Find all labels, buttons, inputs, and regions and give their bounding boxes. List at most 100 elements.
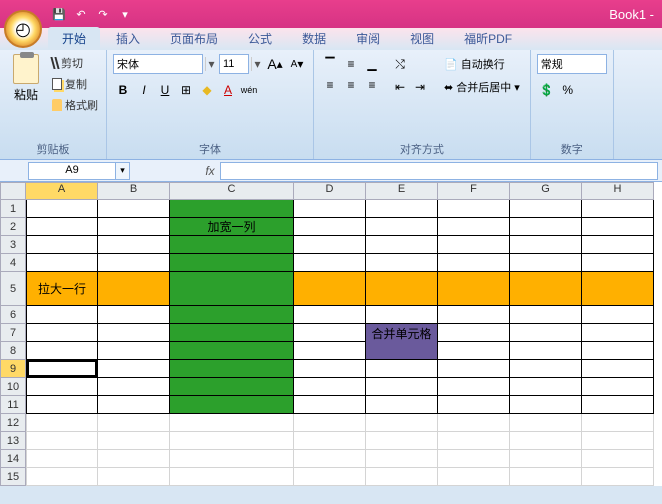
cell-G11[interactable] (510, 396, 582, 414)
cell-C3[interactable] (170, 236, 294, 254)
col-header-G[interactable]: G (510, 182, 582, 200)
cell-C4[interactable] (170, 254, 294, 272)
fill-color-button[interactable]: ◆ (197, 80, 217, 100)
cell-A11[interactable] (26, 396, 98, 414)
formula-input[interactable] (220, 162, 658, 180)
cell-E7[interactable]: 合并单元格 (366, 324, 438, 342)
cell-H4[interactable] (582, 254, 654, 272)
cell-D5[interactable] (294, 272, 366, 306)
cell-A9[interactable] (26, 360, 98, 378)
italic-button[interactable]: I (134, 80, 154, 100)
align-center-button[interactable]: ≡ (341, 75, 361, 95)
align-bottom-button[interactable]: ▁ (362, 54, 382, 74)
cell-D14[interactable] (294, 450, 366, 468)
cell-F6[interactable] (438, 306, 510, 324)
cell-H13[interactable] (582, 432, 654, 450)
cell-C2[interactable]: 加宽一列 (170, 218, 294, 236)
cell-A1[interactable] (26, 200, 98, 218)
percent-button[interactable]: % (558, 80, 578, 100)
cell-F10[interactable] (438, 378, 510, 396)
format-painter-button[interactable]: 格式刷 (50, 96, 100, 114)
cell-D11[interactable] (294, 396, 366, 414)
cell-A15[interactable] (26, 468, 98, 486)
cell-E8[interactable] (366, 342, 438, 360)
paste-button[interactable]: 粘贴 (6, 54, 46, 114)
row-header-7[interactable]: 7 (0, 324, 26, 342)
cell-A6[interactable] (26, 306, 98, 324)
cell-E14[interactable] (366, 450, 438, 468)
cell-G2[interactable] (510, 218, 582, 236)
cell-C6[interactable] (170, 306, 294, 324)
save-icon[interactable]: 💾 (50, 5, 68, 23)
cell-D9[interactable] (294, 360, 366, 378)
cell-D12[interactable] (294, 414, 366, 432)
tab-foxit-pdf[interactable]: 福昕PDF (450, 27, 526, 50)
copy-button[interactable]: 复制 (50, 75, 100, 93)
row-header-6[interactable]: 6 (0, 306, 26, 324)
tab-page-layout[interactable]: 页面布局 (156, 27, 232, 50)
cut-button[interactable]: 剪切 (50, 54, 100, 72)
cell-D3[interactable] (294, 236, 366, 254)
col-header-B[interactable]: B (98, 182, 170, 200)
cell-D4[interactable] (294, 254, 366, 272)
cell-F13[interactable] (438, 432, 510, 450)
cell-A4[interactable] (26, 254, 98, 272)
align-left-button[interactable]: ≡ (320, 75, 340, 95)
cell-H15[interactable] (582, 468, 654, 486)
tab-home[interactable]: 开始 (48, 27, 100, 50)
row-header-13[interactable]: 13 (0, 432, 26, 450)
bold-button[interactable]: B (113, 80, 133, 100)
cell-H14[interactable] (582, 450, 654, 468)
cell-E15[interactable] (366, 468, 438, 486)
cell-B5[interactable] (98, 272, 170, 306)
cell-C8[interactable] (170, 342, 294, 360)
undo-icon[interactable]: ↶ (72, 5, 90, 23)
cell-H8[interactable] (582, 342, 654, 360)
grow-font-button[interactable]: A▴ (265, 54, 285, 74)
cell-B14[interactable] (98, 450, 170, 468)
select-all-corner[interactable] (0, 182, 26, 200)
row-header-9[interactable]: 9 (0, 360, 26, 378)
cell-G7[interactable] (510, 324, 582, 342)
cell-F2[interactable] (438, 218, 510, 236)
currency-button[interactable]: 💲 (537, 80, 557, 100)
cell-C11[interactable] (170, 396, 294, 414)
row-header-3[interactable]: 3 (0, 236, 26, 254)
cell-H1[interactable] (582, 200, 654, 218)
cell-H5[interactable] (582, 272, 654, 306)
cell-A3[interactable] (26, 236, 98, 254)
cell-E3[interactable] (366, 236, 438, 254)
redo-icon[interactable]: ↷ (94, 5, 112, 23)
row-header-8[interactable]: 8 (0, 342, 26, 360)
cell-A7[interactable] (26, 324, 98, 342)
cell-G8[interactable] (510, 342, 582, 360)
cell-B15[interactable] (98, 468, 170, 486)
cell-B11[interactable] (98, 396, 170, 414)
tab-review[interactable]: 审阅 (342, 27, 394, 50)
cell-E6[interactable] (366, 306, 438, 324)
cell-G12[interactable] (510, 414, 582, 432)
orientation-button[interactable]: ⤭ (390, 54, 410, 74)
cell-A12[interactable] (26, 414, 98, 432)
cell-G14[interactable] (510, 450, 582, 468)
cell-G1[interactable] (510, 200, 582, 218)
cell-H6[interactable] (582, 306, 654, 324)
col-header-E[interactable]: E (366, 182, 438, 200)
cell-F14[interactable] (438, 450, 510, 468)
cell-F7[interactable] (438, 324, 510, 342)
cell-E5[interactable] (366, 272, 438, 306)
cell-D15[interactable] (294, 468, 366, 486)
cell-G5[interactable] (510, 272, 582, 306)
cell-A2[interactable] (26, 218, 98, 236)
cell-G4[interactable] (510, 254, 582, 272)
cell-B2[interactable] (98, 218, 170, 236)
align-middle-button[interactable]: ≡ (341, 54, 361, 74)
cell-H9[interactable] (582, 360, 654, 378)
cell-B1[interactable] (98, 200, 170, 218)
cell-C5[interactable] (170, 272, 294, 306)
phonetic-button[interactable]: wén (239, 80, 259, 100)
tab-insert[interactable]: 插入 (102, 27, 154, 50)
cell-E11[interactable] (366, 396, 438, 414)
cell-C12[interactable] (170, 414, 294, 432)
decrease-indent-button[interactable]: ⇤ (390, 77, 410, 97)
